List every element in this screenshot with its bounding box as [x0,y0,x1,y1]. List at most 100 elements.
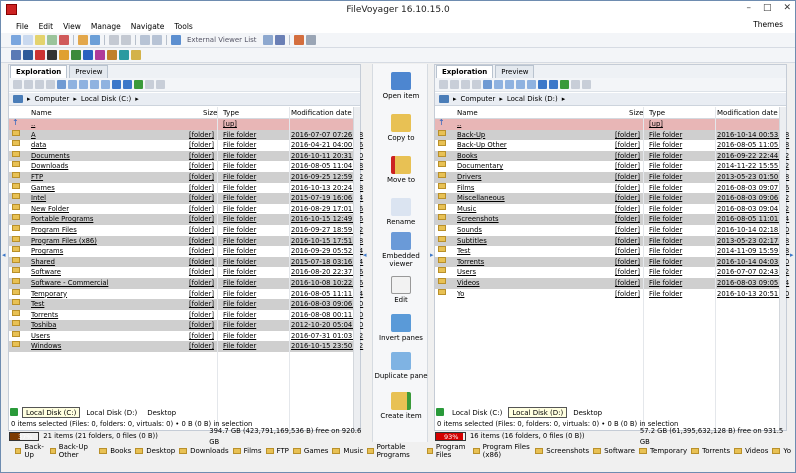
sort-desc-icon[interactable] [123,80,132,89]
display-icon[interactable] [23,50,33,60]
forward-icon[interactable] [156,80,165,89]
open-item-button[interactable]: Open item [373,72,429,100]
cut-icon[interactable] [13,80,22,89]
prev-icon[interactable] [571,80,580,89]
paste-icon[interactable] [47,35,57,45]
table-row[interactable]: Yo [folder] File folder 2016-10-13 20:51:50 [435,288,789,300]
favorite-item[interactable]: Back-Up Other [49,443,96,459]
drive-tab-c[interactable]: Local Disk (C:) [448,407,506,418]
table-row[interactable]: Toshiba [folder] File folder 2012-10-20 05:… [9,320,363,331]
col-date[interactable]: Modification date [291,109,352,117]
themes-menu[interactable]: Themes [753,20,783,29]
col-type[interactable]: Type [649,109,665,117]
media-icon[interactable] [95,50,105,60]
icons-view-icon[interactable] [79,80,88,89]
scrollbar[interactable] [779,107,786,430]
table-row[interactable]: Test [folder] File folder 2014-11-09 15:59:… [435,246,789,257]
menu-tools[interactable]: Tools [169,22,197,31]
menu-file[interactable]: File [11,22,34,31]
left-collapse-arrow-icon[interactable]: ◂ [2,251,6,259]
filter-icon[interactable] [140,35,150,45]
table-row[interactable]: Torrents [folder] File folder 2016-10-14 04… [435,256,789,268]
table-row[interactable]: Back-Up [folder] File folder 2016-10-14 00:… [435,129,789,141]
favorite-item[interactable]: FTP [265,447,289,455]
player-icon[interactable] [11,50,21,60]
table-row[interactable]: Films [folder] File folder 2016-08-03 09:07… [435,182,789,194]
table-row[interactable]: Screenshots [folder] File folder 2016-08-05… [435,214,789,225]
invert-panes-button[interactable]: Invert panes [373,314,429,342]
tab-preview[interactable]: Preview [495,65,535,78]
menu-edit[interactable]: Edit [34,22,59,31]
properties-icon[interactable] [90,35,100,45]
favorite-item[interactable]: Portable Programs [367,443,422,459]
table-row[interactable]: New Folder [folder] File folder 2016-08-29 … [9,203,363,215]
col-size[interactable]: Size [629,109,643,117]
embedded-viewer-button[interactable]: Embedded viewer [373,232,429,268]
col-size[interactable]: Size [203,109,217,117]
table-row[interactable]: Miscellaneous [folder] File folder 2016-08-… [435,193,789,204]
settings-icon[interactable] [293,35,304,45]
col-type[interactable]: Type [223,109,239,117]
maximize-button[interactable]: □ [763,3,772,13]
layout-icon[interactable] [121,35,131,45]
ftp-icon[interactable] [71,50,81,60]
paste-icon[interactable] [35,80,44,89]
view-mode-icon[interactable] [109,35,119,45]
table-row[interactable]: Programs [folder] File folder 2016-09-29 05… [9,246,363,257]
table-row[interactable]: Temporary [folder] File folder 2016-08-05 1… [9,288,363,300]
record-icon[interactable] [35,50,45,60]
favorite-item[interactable]: Music [332,447,363,455]
breadcrumb-computer[interactable]: Computer [461,95,496,103]
cut-icon[interactable] [439,80,448,89]
table-row[interactable]: Program Files [folder] File folder 2016-09-… [9,224,363,236]
table-row[interactable]: Games [folder] File folder 2016-10-13 20:24… [9,182,363,194]
breadcrumb-drive[interactable]: Local Disk (D:) [507,95,558,103]
breadcrumb-computer[interactable]: Computer [35,95,70,103]
drive-tab-d[interactable]: Local Disk (D:) [508,406,568,418]
drive-tab-desktop[interactable]: Desktop [143,407,180,418]
table-row[interactable]: Users [folder] File folder 2016-07-31 01:03… [9,330,363,342]
table-row[interactable]: Users [folder] File folder 2016-07-07 02:43… [435,267,789,278]
delete-icon[interactable] [59,35,69,45]
archive-icon[interactable] [78,35,88,45]
menu-navigate[interactable]: Navigate [126,22,170,31]
drive-tab-c[interactable]: Local Disk (C:) [22,406,81,418]
col-date[interactable]: Modification date [717,109,778,117]
table-row[interactable]: Sounds [folder] File folder 2016-10-14 02:1… [435,224,789,236]
back-icon[interactable] [134,80,143,89]
table-row[interactable]: Music [folder] File folder 2016-08-03 09:04… [435,203,789,215]
plugin-icon[interactable] [119,50,129,60]
tab-exploration[interactable]: Exploration [436,65,494,78]
table-row[interactable]: Windows [folder] File folder 2016-10-15 23:… [9,341,363,353]
move-to-button[interactable]: Move to [373,156,429,184]
copy-icon[interactable] [450,80,459,89]
cut-icon[interactable] [35,35,45,45]
right-collapse-arrow-icon[interactable]: ▸ [790,251,794,259]
viewer-icon[interactable] [171,35,181,45]
table-row[interactable]: Torrents [folder] File folder 2016-08-08 00… [9,309,363,321]
table-row[interactable]: Software [folder] File folder 2016-08-20 22… [9,267,363,278]
sort-asc-icon[interactable] [538,80,547,89]
table-row[interactable]: Documentary [folder] File folder 2014-11-22… [435,161,789,172]
tab-preview[interactable]: Preview [69,65,109,78]
copy-icon[interactable] [23,35,33,45]
table-row[interactable]: A [folder] File folder 2016-07-07 07:26:58 [9,129,363,141]
thumbnails-view-icon[interactable] [516,80,525,89]
breadcrumb-drive[interactable]: Local Disk (C:) [81,95,131,103]
favorite-item[interactable]: Downloads [179,447,229,455]
parent-folder-row[interactable]: ↑.. [up] [435,119,786,130]
copy-icon[interactable] [24,80,33,89]
right-pane-arrow-icon[interactable]: ▸ [430,251,434,259]
list-view-icon[interactable] [68,80,77,89]
favorite-item[interactable]: Program Files [426,443,470,459]
favorite-item[interactable]: Books [99,447,131,455]
drive-tab-d[interactable]: Local Disk (D:) [82,407,141,418]
back-icon[interactable] [560,80,569,89]
table-row[interactable]: Program Files (x86) [folder] File folder 20… [9,235,363,247]
sync-icon[interactable] [274,35,285,45]
table-row[interactable]: Software - Commercial [folder] File folder… [9,277,363,289]
list-view-icon[interactable] [494,80,503,89]
sort-asc-icon[interactable] [112,80,121,89]
favorite-item[interactable]: Games [292,447,328,455]
duplicate-pane-button[interactable]: Duplicate pane [373,352,429,380]
